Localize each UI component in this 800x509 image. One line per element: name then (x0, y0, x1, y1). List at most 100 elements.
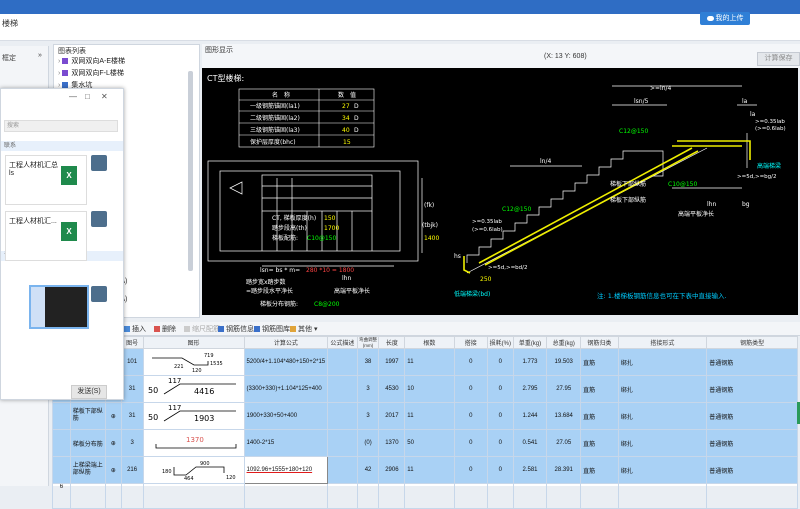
col-header-adjust: 弯曲调整(mm) (356, 336, 380, 349)
cloud-upload-button[interactable]: 我的上传 (700, 12, 750, 25)
plan-hlen: 高端平板净长 (334, 287, 370, 295)
file-card[interactable]: 工程人材机汇总 ls X (5, 155, 87, 205)
rebar-library-button[interactable]: 钢筋图库 (254, 324, 290, 334)
plan-fk: (fk) (424, 202, 434, 209)
stair-plan (207, 160, 423, 267)
section-h5d: >=5d,>=bg/2 (737, 174, 777, 180)
col-header-unit-weight: 单重(kg) (512, 336, 548, 349)
table-row[interactable]: 梯板分布筋 ⊕ 3 1370 1400-2*15 (0) 1370 50 0 0 0.5… (52, 429, 798, 457)
plan-dist-value: C8@200 (314, 301, 340, 308)
table-row[interactable]: 梯板下部纵筋 ⊕ 31 50 117 1903 1900+330+50+400 3… (52, 402, 798, 430)
component-icon (62, 58, 69, 65)
chat-search-input[interactable]: 搜索 (4, 120, 118, 132)
section-low-beam: 低端梯梁(bd) (454, 290, 490, 298)
param-unit: D (354, 115, 359, 122)
coordinate-readout: (X: 13 Y: 608) (544, 53, 587, 60)
section-hlen: 高端平板净长 (678, 210, 714, 218)
more-button[interactable]: 其他 ▾ (290, 324, 317, 334)
param-unit: D (354, 127, 359, 134)
list-scrollbar[interactable] (188, 71, 193, 271)
rebar-info-button[interactable]: 钢筋信息 (218, 324, 254, 334)
rebar-shape: 50 117 1903 (142, 402, 245, 430)
section-bottom-long-value: C10@150 (668, 181, 697, 188)
send-button[interactable]: 发送(S) (71, 385, 107, 399)
col-header-loss: 损耗(%) (486, 336, 514, 349)
image-thumbnail[interactable] (29, 285, 89, 329)
col-header-type: 钢筋类型 (706, 336, 798, 349)
plan-tbjk: (tbjk) (422, 222, 438, 229)
svg-text:1535: 1535 (210, 361, 223, 367)
rebar-shape: 50 117 4416 (142, 375, 245, 403)
delete-icon (154, 326, 160, 333)
more-icon (290, 326, 296, 333)
col-header-length: 长度 (378, 336, 406, 349)
component-icon (62, 70, 69, 77)
param-name: 三级钢筋锚固(la3) (250, 126, 300, 134)
section-l5d: >=5d,>=bd/2 (488, 265, 528, 271)
avatar (91, 155, 107, 171)
formula-cell-edit[interactable]: 1092.96+1555+180+120 (243, 456, 329, 484)
param-name: 一级钢筋锚固(la1) (250, 102, 300, 110)
section-bottom-long: 梯板下部纵筋 (610, 180, 646, 188)
drawing-header: 图形显示 (202, 44, 800, 68)
col-header-figure: 图形 (142, 336, 245, 349)
section-lab: >=0.35lab (755, 119, 785, 125)
insert-icon (124, 326, 130, 333)
table-row[interactable]: 上梯梁端上部纵筋 ⊕ 216 180 464 900 120 1092.96+15… (52, 456, 798, 484)
library-icon (254, 326, 260, 333)
expand-icon[interactable]: » (38, 52, 42, 59)
svg-text:221: 221 (174, 364, 184, 370)
excel-icon: X (61, 222, 77, 241)
tree-item[interactable]: › 双网双向A-E楼梯 (58, 56, 125, 66)
param-value: 15 (343, 139, 351, 146)
svg-text:120: 120 (226, 475, 236, 481)
close-icon[interactable]: ✕ (101, 92, 108, 101)
col-header-lap-form: 搭接形式 (617, 336, 708, 349)
plan-rebar-value: C10@150 (307, 235, 336, 242)
scale-rebar-button[interactable]: 缩尺配筋 (184, 324, 220, 334)
section-ln4-mid: ln/4 (540, 158, 551, 165)
table-header-row: 级别 图号 图形 计算公式 公式描述 弯曲调整(mm) 长度 根数 搭接 损耗(… (52, 336, 798, 349)
cloud-icon (706, 15, 714, 21)
section-lsn5: lsn/5 (634, 98, 649, 105)
plan-dist: 梯板分布钢筋: (260, 300, 298, 308)
svg-text:4416: 4416 (194, 387, 214, 396)
plan-lsn-value: 280 *10 = 1800 (306, 267, 354, 274)
svg-text:117: 117 (168, 377, 181, 385)
section-ln4-top: >=ln/4 (650, 85, 672, 92)
insert-button[interactable]: 插入 (124, 324, 146, 334)
rebar-shape: 719 221 120 1535 (142, 348, 245, 376)
rebar-shape: 180 464 900 120 (142, 456, 245, 484)
maximize-icon[interactable]: □ (85, 92, 90, 101)
col-header-desc: 公式描述 (327, 336, 358, 349)
param-name: 保护层厚度(bhc) (250, 138, 296, 146)
excel-icon: X (61, 166, 77, 185)
section-lab2: (>=0.6lab) (755, 126, 786, 132)
file-card[interactable]: 工程人材机汇... X (5, 211, 87, 261)
plan-steps2: =踏步段水平净长 (246, 287, 293, 295)
calc-save-button[interactable]: 计算保存 (757, 52, 800, 66)
minimize-icon[interactable]: — (69, 92, 77, 101)
menu-stairs[interactable]: 楼梯 (2, 18, 18, 29)
svg-text:1903: 1903 (194, 414, 214, 423)
table-row-empty[interactable]: 6 (52, 483, 798, 509)
svg-text:900: 900 (200, 461, 210, 467)
menu-bar: 楼梯 (0, 14, 800, 41)
plan-lhn: lhn (342, 275, 351, 282)
chat-band: 联系 (1, 141, 123, 151)
tree-item[interactable]: › 双网双向F-L楼梯 (58, 68, 124, 78)
left-panel-header: 框定 (2, 55, 16, 62)
avatar (91, 286, 107, 302)
section-bd-value: 250 (480, 276, 492, 283)
svg-text:464: 464 (184, 476, 194, 481)
delete-button[interactable]: 删除 (154, 324, 176, 334)
col-header-formula: 计算公式 (243, 336, 329, 349)
param-header-name: 名 称 (272, 91, 290, 99)
rebar-shape: 1370 (142, 429, 245, 457)
param-name: 二级钢筋锚固(la2) (250, 114, 300, 122)
drawing-note: 注: 1.楼梯板钢筋信息也可在下表中直接输入. (597, 291, 727, 300)
table-row[interactable]: ⊕101 719 221 120 1535 5200/4+1.104*480+1… (52, 348, 798, 376)
plan-thickness: CT, 梯板厚度(h) (272, 214, 316, 222)
table-row[interactable]: ⊕31 50 117 4416 (3300+330)+1.104*125+400… (52, 375, 798, 403)
svg-text:50: 50 (148, 413, 158, 422)
